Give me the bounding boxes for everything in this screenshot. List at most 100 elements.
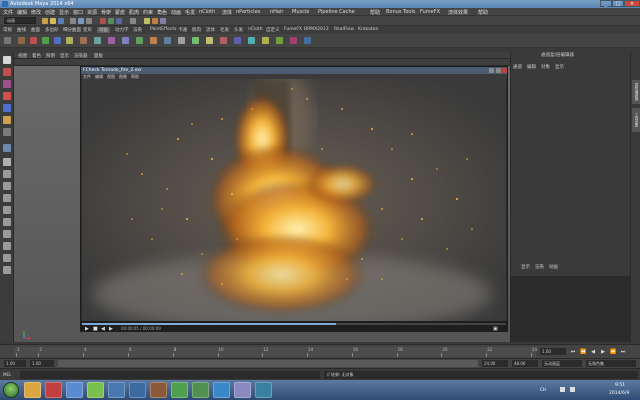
app-taskbar-icon-6[interactable] [213,382,230,398]
shelf-tab[interactable]: PaintEffects [150,27,176,32]
lattice-icon[interactable] [178,37,185,44]
command-input[interactable] [20,371,320,379]
expression-icon[interactable] [304,37,311,44]
menu-item[interactable]: 修改 [31,9,41,16]
layout-hypershade-icon[interactable] [3,230,11,238]
set-driven-key-icon[interactable] [290,37,297,44]
maya-taskbar-icon[interactable] [255,382,272,398]
layout-persp-graph-icon[interactable] [3,182,11,190]
clock-date[interactable]: 2014/6/9 [609,391,629,396]
rotate-tool-icon[interactable] [3,104,11,112]
menu-item[interactable]: 显示 [59,9,69,16]
layout-single-icon[interactable] [3,158,11,166]
shelf-tab[interactable]: 肌肉 [192,27,201,33]
menu-item[interactable]: 创建 [45,9,55,16]
stop-icon[interactable]: ■ [93,326,98,332]
app-taskbar-icon-2[interactable] [129,382,146,398]
app-taskbar-icon[interactable] [108,382,125,398]
menu-item[interactable]: 骨架 [101,9,111,16]
app-taskbar-icon-5[interactable] [192,382,209,398]
channel-box-tab[interactable]: 编辑 [527,64,536,70]
end-time-field[interactable]: 48.00 [512,360,538,367]
shelf-tab[interactable]: 毛发 [220,27,229,33]
ik-handle-icon[interactable] [234,37,241,44]
shelf-tab-active[interactable]: 动画 [97,27,110,33]
trax-editor-icon[interactable] [94,37,101,44]
step-back-key-icon[interactable]: ⏪ [580,349,586,355]
mel-label[interactable]: MEL [3,372,11,377]
cluster-icon[interactable] [150,37,157,44]
current-time-field[interactable]: 1.00 [540,348,566,355]
joint-icon[interactable] [220,37,227,44]
menu-item[interactable]: Muscle [292,9,309,15]
shelf-tab[interactable]: 多边形 [45,27,59,33]
weibo-taskbar-icon[interactable] [45,382,62,398]
play-icon[interactable]: ▶ [85,326,89,332]
layer-list[interactable] [511,276,631,342]
time-slider-track[interactable]: 1 2 4 6 8 10 12 14 16 18 20 22 24 [14,347,537,357]
menu-item[interactable]: nHair [270,9,283,15]
fcheck-titlebar[interactable]: FCheck Tornado_fire_2.exr [81,67,507,74]
layout-graph-icon[interactable] [3,218,11,226]
layout-render-icon[interactable] [3,242,11,250]
menu-item[interactable]: 文件 [3,9,13,16]
layout-trax-icon[interactable] [3,254,11,262]
channel-box-tab[interactable]: 对象 [541,64,550,70]
shelf-tab[interactable]: FumeFX [284,27,302,32]
explorer-taskbar-icon[interactable] [24,382,41,398]
wrap-icon[interactable] [192,37,199,44]
playblast-icon[interactable] [136,37,143,44]
menu-item[interactable]: Bonus Tools [386,9,415,15]
shelf-tab[interactable]: 自定义 [266,27,280,33]
shelf-menu-icon[interactable] [4,37,11,44]
shelf-tab[interactable]: 细分曲面 [63,27,81,33]
go-to-start-icon[interactable]: ⏮ [570,349,576,355]
channel-box-tab[interactable]: 显示 [555,64,564,70]
next-frame-icon[interactable]: ▶ [109,326,113,332]
layout-outliner-icon[interactable] [3,206,11,214]
menu-item[interactable]: 编辑 [17,9,27,16]
new-scene-icon[interactable] [42,18,48,24]
menu-set-select[interactable]: 动画 [4,17,36,24]
set-key-icon[interactable] [18,37,25,44]
fcheck-window[interactable]: FCheck Tornado_fire_2.exr 文件 编辑 视图 图像 帮助 [80,66,508,332]
wire-icon[interactable] [206,37,213,44]
lasso-tool-icon[interactable] [3,68,11,76]
select-component-icon[interactable] [86,18,92,24]
snap-toggle-icon[interactable] [3,144,11,152]
menu-item[interactable]: 动画 [171,9,181,16]
paint-weights-icon[interactable] [262,37,269,44]
menu-item[interactable]: 蒙皮 [115,9,125,16]
snap-curve-icon[interactable] [108,18,114,24]
app-taskbar-icon-4[interactable] [171,382,188,398]
clock-time[interactable]: 9:51 [615,383,625,388]
media-taskbar-icon[interactable] [66,382,83,398]
attribute-editor-tab[interactable]: 属性编辑器 [632,80,640,104]
menu-item[interactable]: nCloth [199,9,215,15]
history-icon[interactable] [130,18,136,24]
shelf-tab[interactable]: 卡通 [178,27,187,33]
app-taskbar-icon-3[interactable] [150,382,167,398]
shelf-tab[interactable]: Krakatoa [358,27,378,32]
select-tool-icon[interactable] [3,56,11,64]
go-to-end-icon[interactable]: ⏭ [620,349,626,355]
layer-tab[interactable]: 动画 [549,264,558,270]
maximize-icon[interactable] [496,68,501,73]
chrome-taskbar-icon[interactable] [87,382,104,398]
shelf-tab[interactable]: BRMX2013 [304,27,329,32]
scale-tool-icon[interactable] [3,116,11,124]
maximize-button[interactable]: □ [612,0,624,7]
channel-box-tab[interactable]: 通道 [513,64,522,70]
shelf-tab[interactable]: 变形 [83,27,92,33]
menu-item[interactable]: FumeFX [420,9,440,15]
menu-item[interactable]: 肌肉 [129,9,139,16]
fcheck-progress-bar[interactable] [82,323,506,325]
minimize-icon[interactable] [489,68,494,73]
shelf-tab[interactable]: RealFlow [334,27,354,32]
select-hierarchy-icon[interactable] [70,18,76,24]
dope-sheet-icon[interactable] [80,37,87,44]
last-tool-icon[interactable] [3,128,11,136]
app-taskbar-icon-7[interactable] [234,382,251,398]
menu-item[interactable]: 帮助 [478,9,488,16]
menu-item[interactable]: 约束 [143,9,153,16]
